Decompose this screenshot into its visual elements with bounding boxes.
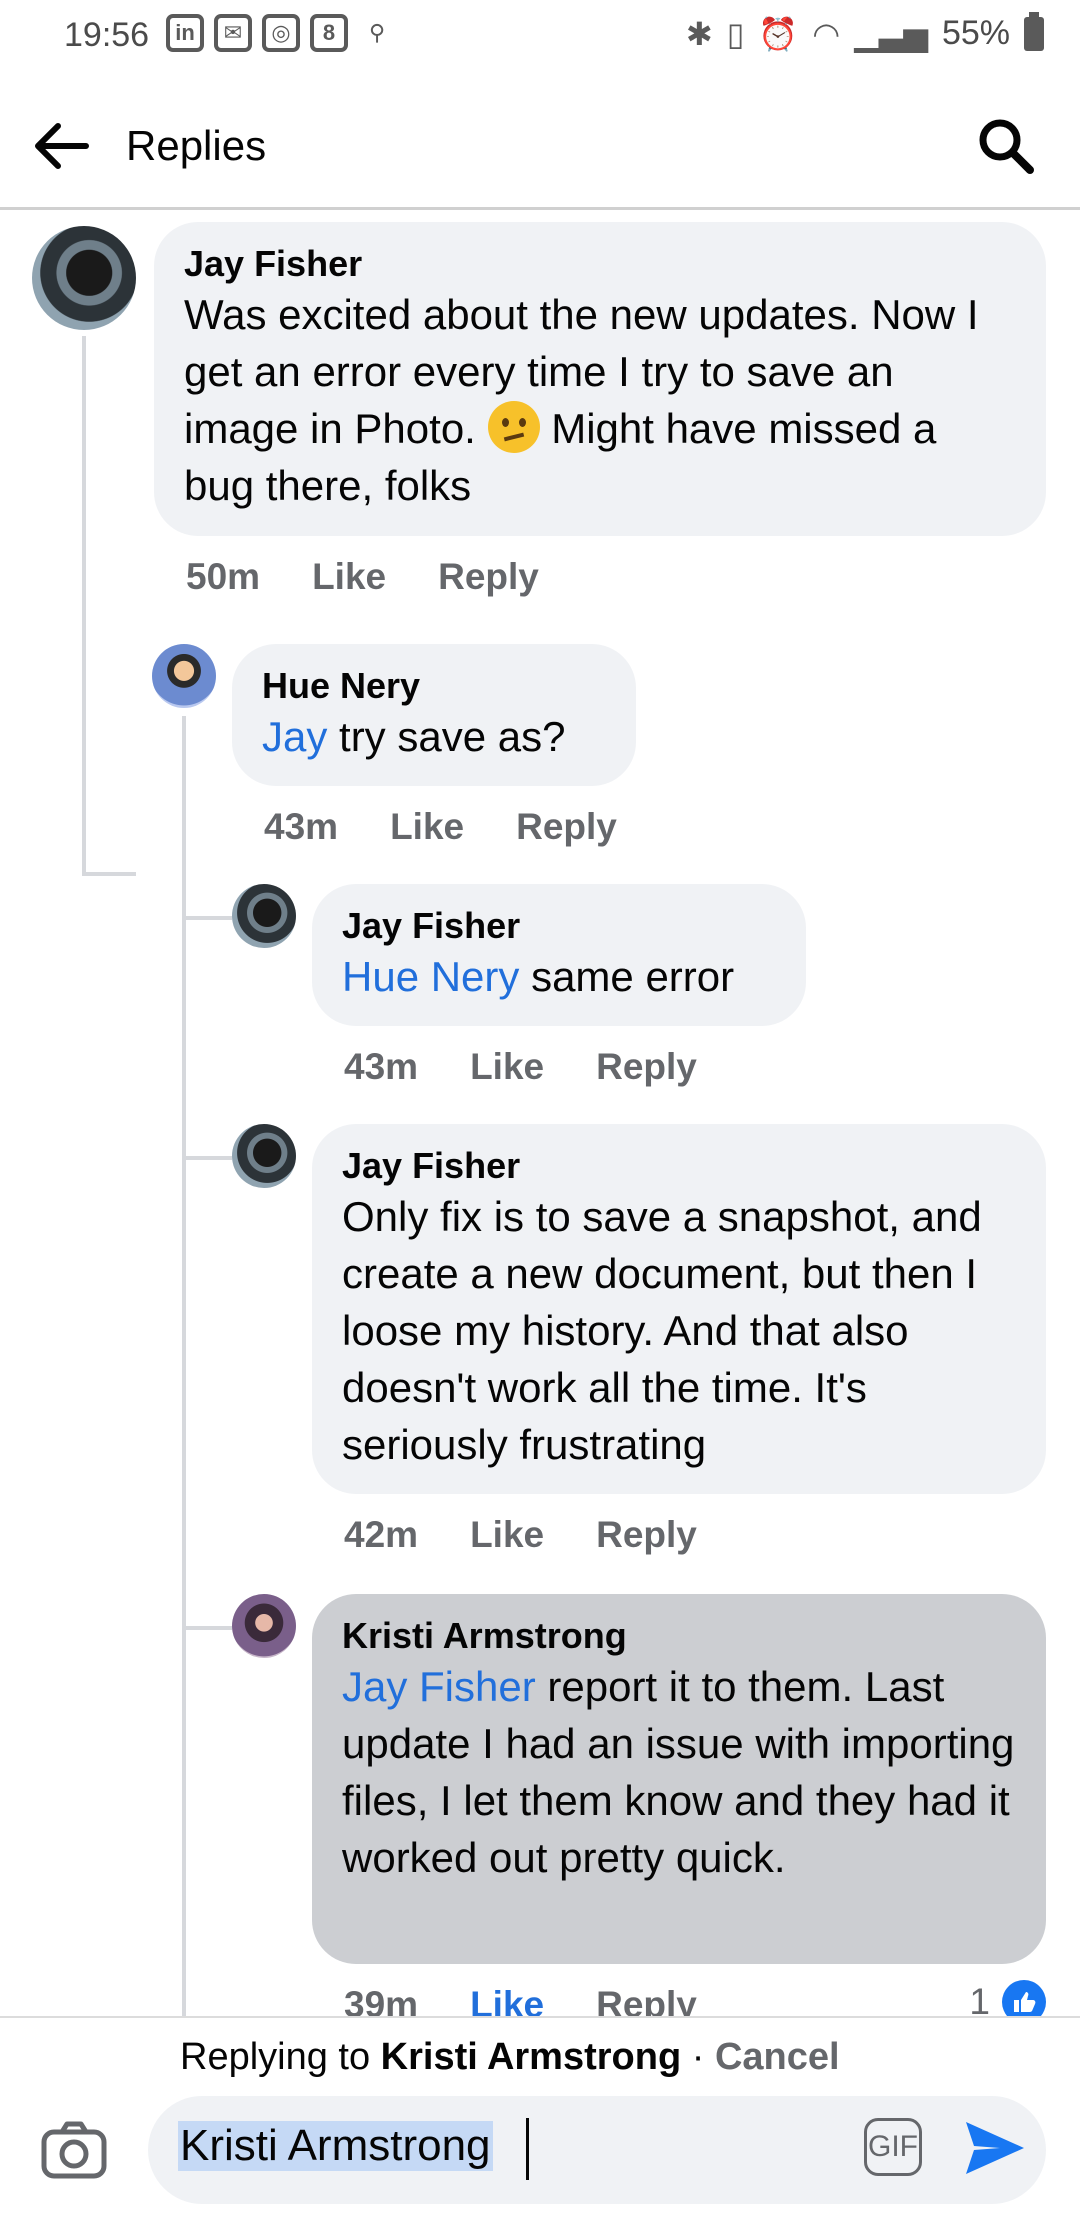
replying-to-banner: Replying to Kristi Armstrong · Cancel <box>180 2036 840 2078</box>
comment-time[interactable]: 42m <box>344 1514 418 1556</box>
reply-button[interactable]: Reply <box>596 1514 697 1556</box>
comment-time[interactable]: 43m <box>264 806 338 848</box>
thread-line <box>82 336 86 876</box>
battery-icon <box>1024 11 1044 51</box>
reaction-count: 1 <box>969 1981 990 2016</box>
like-button[interactable]: Like <box>390 806 464 848</box>
comment-bubble: Hue Nery Jay try save as? <box>232 644 636 786</box>
comment-time[interactable]: 43m <box>344 1046 418 1088</box>
avatar[interactable] <box>232 884 296 948</box>
comment-text: Jay Fisher report it to them. Last updat… <box>342 1663 1015 1881</box>
comment-actions: 50m Like Reply <box>186 556 539 598</box>
comment-actions: 39m Like Reply <box>344 1984 697 2016</box>
like-button[interactable]: Like <box>470 1514 544 1556</box>
page-title: Replies <box>126 122 267 169</box>
comment-actions: 43m Like Reply <box>344 1046 697 1088</box>
comment-time[interactable]: 39m <box>344 1984 418 2016</box>
comment-thread: Jay Fisher Was excited about the new upd… <box>0 212 1080 2016</box>
comment-bubble: Jay Fisher Hue Nery same error <box>312 884 806 1026</box>
mention-link[interactable]: Jay Fisher <box>342 1663 536 1710</box>
notification-icons: in ✉ ◎ 8 ⚲ <box>166 14 396 52</box>
comment-bubble: Jay Fisher Was excited about the new upd… <box>154 222 1046 536</box>
thread-line <box>182 916 232 920</box>
comment-bubble: Kristi Armstrong Jay Fisher report it to… <box>312 1594 1046 1964</box>
comment-input[interactable]: Kristi Armstrong GIF <box>148 2096 1046 2204</box>
like-button[interactable]: Like <box>470 1046 544 1088</box>
comment-author[interactable]: Jay Fisher <box>342 1144 1016 1188</box>
comment-author[interactable]: Jay Fisher <box>342 904 776 948</box>
instagram-icon: ◎ <box>262 14 300 52</box>
cancel-reply-button[interactable]: Cancel <box>715 2036 840 2078</box>
hub-icon: ⚲ <box>368 20 386 45</box>
avatar[interactable] <box>232 1124 296 1188</box>
reply-button[interactable]: Reply <box>596 1984 697 2016</box>
thread-line <box>182 1626 232 1630</box>
avatar[interactable] <box>152 644 216 708</box>
mail-icon: ✉ <box>214 14 252 52</box>
search-icon[interactable] <box>974 114 1038 178</box>
vibrate-icon: ▯ <box>726 15 745 52</box>
signal-icon: ▁▃▅ <box>854 15 928 52</box>
camera-icon[interactable] <box>40 2118 108 2182</box>
avatar[interactable] <box>32 226 136 330</box>
comment-author[interactable]: Kristi Armstrong <box>342 1614 1016 1658</box>
status-bar: 19:56 in ✉ ◎ 8 ⚲ ✱ ▯ ⏰ ◠ ▁▃▅ 55% <box>0 0 1080 80</box>
status-time: 19:56 <box>64 16 150 54</box>
confused-face-emoji-icon <box>487 401 540 453</box>
reaction-summary[interactable]: 1 <box>969 1980 1046 2016</box>
app-header: Replies <box>0 84 1080 210</box>
comment-input-value[interactable]: Kristi Armstrong <box>178 2121 493 2171</box>
reply-button[interactable]: Reply <box>516 806 617 848</box>
reply-composer: Replying to Kristi Armstrong · Cancel Kr… <box>0 2016 1080 2214</box>
comment-text: Was excited about the new updates. Now I… <box>184 291 979 509</box>
comment-bubble: Jay Fisher Only fix is to save a snapsho… <box>312 1124 1046 1494</box>
comment-text: Only fix is to save a snapshot, and crea… <box>342 1193 982 1468</box>
linkedin-icon: in <box>166 14 204 52</box>
alarm-icon: ⏰ <box>758 15 799 52</box>
comment-author[interactable]: Jay Fisher <box>184 242 1016 286</box>
comment-actions: 43m Like Reply <box>264 806 617 848</box>
like-button[interactable]: Like <box>312 556 386 598</box>
thread-line <box>182 716 186 2016</box>
comment-text: Jay try save as? <box>262 713 566 760</box>
text-caret <box>526 2118 529 2180</box>
battery-percent: 55% <box>941 14 1010 52</box>
comment-text: Hue Nery same error <box>342 953 735 1000</box>
replying-to-name: Kristi Armstrong <box>380 2036 682 2078</box>
wifi-icon: ◠ <box>812 15 841 52</box>
comment-actions: 42m Like Reply <box>344 1514 697 1556</box>
thread-line <box>182 1156 232 1160</box>
reply-button[interactable]: Reply <box>438 556 539 598</box>
mention-link[interactable]: Jay <box>262 713 327 760</box>
app-icon: 8 <box>310 14 348 52</box>
like-button[interactable]: Like <box>470 1984 544 2016</box>
reply-button[interactable]: Reply <box>596 1046 697 1088</box>
gif-icon[interactable]: GIF <box>864 2118 922 2176</box>
send-icon[interactable] <box>960 2114 1028 2182</box>
thread-line <box>82 872 136 876</box>
bluetooth-icon: ✱ <box>685 15 713 52</box>
back-arrow-icon[interactable] <box>30 116 94 176</box>
thumbs-up-icon <box>1002 1980 1046 2016</box>
system-icons: ✱ ▯ ⏰ ◠ ▁▃▅ 55% <box>685 11 1044 53</box>
avatar[interactable] <box>232 1594 296 1658</box>
comment-time[interactable]: 50m <box>186 556 260 598</box>
mention-link[interactable]: Hue Nery <box>342 953 519 1000</box>
comment-author[interactable]: Hue Nery <box>262 664 606 708</box>
